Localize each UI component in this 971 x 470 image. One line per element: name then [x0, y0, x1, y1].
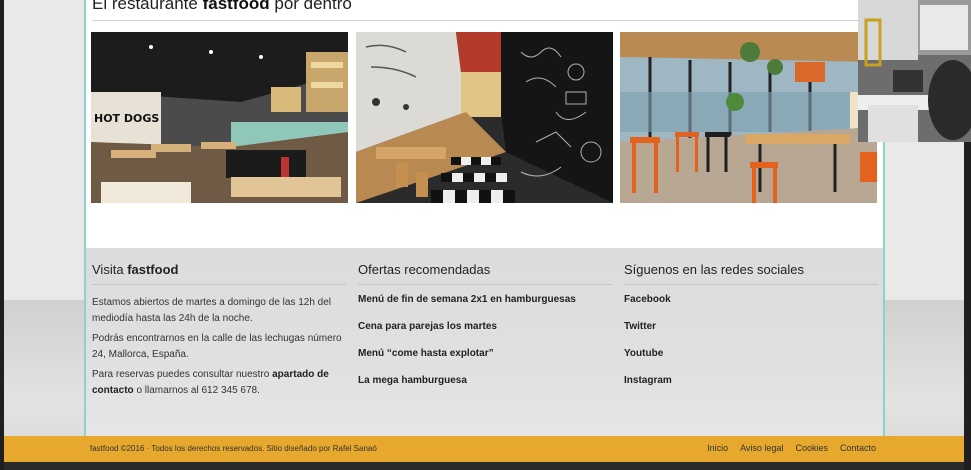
instagram-link[interactable]: Instagram — [624, 374, 878, 401]
twitter-link[interactable]: Twitter — [624, 320, 878, 347]
nav-cookies[interactable]: Cookies — [795, 443, 828, 453]
below-page-area — [4, 462, 964, 470]
visit-column: Visita fastfood Estamos abiertos de mart… — [92, 262, 346, 399]
gallery-title: El restaurante fastfood por dentro — [92, 0, 352, 14]
copyright-text: fastfood ©2016 · Todos los derechos rese… — [90, 444, 377, 453]
social-list: Facebook Twitter Youtube Instagram — [624, 293, 878, 401]
nav-aviso-legal[interactable]: Aviso legal — [740, 443, 783, 453]
offer-link[interactable]: Menú “come hasta explotar” — [358, 347, 612, 374]
gallery-title-brand: fastfood — [202, 0, 270, 13]
offer-link[interactable]: La mega hamburguesa — [358, 374, 612, 401]
reservations-text-a: Para reservas puedes consultar nuestro — [92, 369, 270, 380]
offers-heading: Ofertas recomendadas — [358, 262, 612, 285]
nav-inicio[interactable]: Inicio — [707, 443, 728, 453]
gallery-section: El restaurante fastfood por dentro HOT D… — [84, 0, 885, 248]
youtube-link[interactable]: Youtube — [624, 347, 878, 374]
social-heading: Síguenos en las redes sociales — [624, 262, 878, 285]
bottom-bar: fastfood ©2016 · Todos los derechos rese… — [4, 436, 964, 462]
site-footer: Visita fastfood Estamos abiertos de mart… — [84, 248, 885, 436]
social-column: Síguenos en las redes sociales Facebook … — [624, 262, 878, 401]
title-divider — [92, 20, 877, 21]
offers-column: Ofertas recomendadas Menú de fin de sema… — [358, 262, 612, 401]
restaurant-photo-3[interactable] — [620, 32, 877, 203]
hot-dogs-sign: HOT DOGS — [94, 112, 159, 125]
offer-link[interactable]: Menú de fin de semana 2x1 en hamburguesa… — [358, 293, 612, 320]
webcam-overlay — [858, 0, 971, 142]
facebook-link[interactable]: Facebook — [624, 293, 878, 320]
bottom-nav: Inicio Aviso legal Cookies Contacto — [707, 443, 876, 453]
visit-heading: Visita fastfood — [92, 262, 346, 285]
opening-hours-text: Estamos abiertos de martes a domingo de … — [92, 297, 332, 324]
restaurant-photo-1[interactable]: HOT DOGS — [91, 32, 348, 203]
nav-contacto[interactable]: Contacto — [840, 443, 876, 453]
offers-list: Menú de fin de semana 2x1 en hamburguesa… — [358, 293, 612, 401]
offer-link[interactable]: Cena para parejas los martes — [358, 320, 612, 347]
address-text: Podrás encontrarnos en la calle de las l… — [92, 333, 342, 360]
reservations-text: Para reservas puedes consultar nuestro a… — [92, 367, 346, 399]
gallery-title-prefix: El restaurante — [92, 0, 198, 13]
restaurant-photo-2[interactable] — [356, 32, 613, 203]
visit-heading-brand: fastfood — [127, 262, 179, 277]
gallery-title-suffix: por dentro — [274, 0, 352, 13]
visit-heading-prefix: Visita — [92, 262, 124, 277]
reservations-text-b: o llamarnos al 612 345 678. — [136, 385, 260, 396]
